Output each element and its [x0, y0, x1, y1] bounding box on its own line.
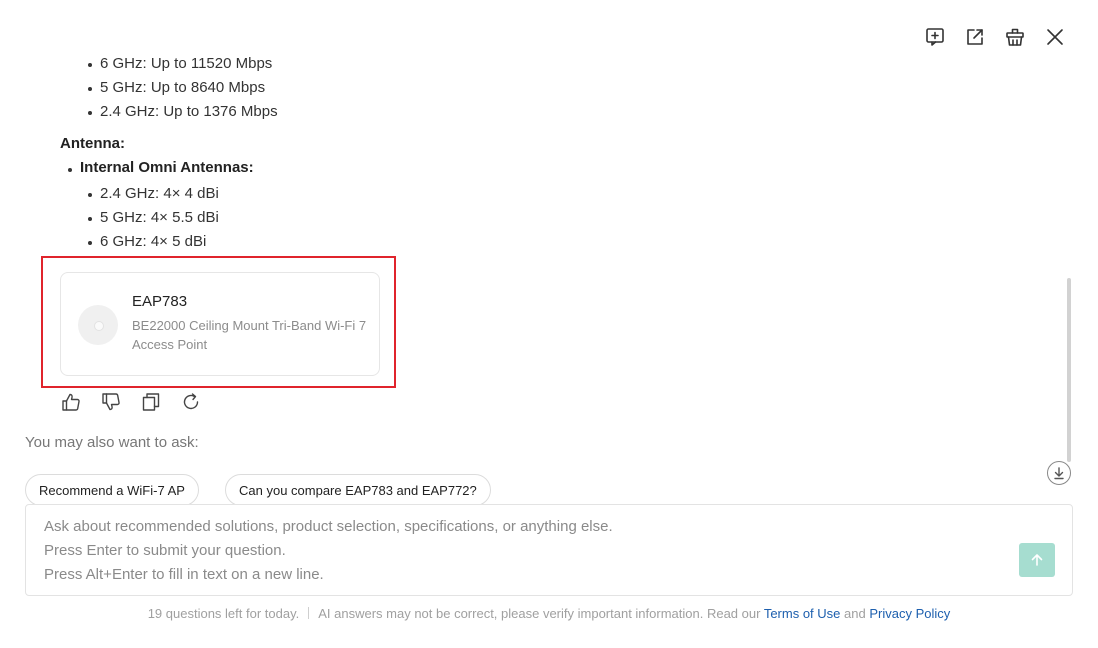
speed-list: 6 GHz: Up to 11520 Mbps 5 GHz: Up to 864… — [86, 52, 278, 124]
regenerate-icon[interactable] — [181, 392, 201, 412]
product-description: BE22000 Ceiling Mount Tri-Band Wi-Fi 7 A… — [132, 318, 367, 352]
thumbs-up-icon[interactable] — [61, 392, 81, 412]
antenna-heading: Antenna: — [60, 135, 125, 152]
and-text: and — [844, 606, 866, 621]
scrollbar[interactable] — [1067, 278, 1071, 462]
suggestion-chip[interactable]: Can you compare EAP783 and EAP772? — [225, 474, 491, 506]
product-card[interactable]: EAP783 BE22000 Ceiling Mount Tri-Band Wi… — [60, 272, 380, 376]
thumbs-down-icon[interactable] — [101, 392, 121, 412]
list-item: 5 GHz: 4× 5.5 dBi — [86, 206, 219, 230]
question-input-box — [25, 504, 1073, 596]
product-name: EAP783 — [132, 293, 188, 310]
divider — [308, 607, 310, 619]
feedback-actions — [61, 392, 201, 412]
suggestions-heading: You may also want to ask: — [25, 434, 199, 451]
scroll-to-bottom-button[interactable] — [1047, 461, 1071, 485]
suggestion-chip[interactable]: Recommend a WiFi-7 AP — [25, 474, 199, 506]
antenna-type-list: Internal Omni Antennas: — [66, 156, 254, 180]
chat-content: 6 GHz: Up to 11520 Mbps 5 GHz: Up to 864… — [0, 0, 1058, 506]
disclaimer-text: AI answers may not be correct, please ve… — [318, 606, 761, 621]
arrow-down-icon — [1054, 467, 1064, 480]
list-item: 2.4 GHz: Up to 1376 Mbps — [86, 100, 278, 124]
copy-icon[interactable] — [141, 392, 161, 412]
product-image — [78, 305, 118, 345]
footer: 19 questions left for today. AI answers m… — [0, 606, 1098, 621]
terms-link[interactable]: Terms of Use — [764, 606, 841, 621]
antenna-list: 2.4 GHz: 4× 4 dBi 5 GHz: 4× 5.5 dBi 6 GH… — [86, 182, 219, 254]
arrow-up-icon — [1031, 554, 1043, 566]
list-item: 2.4 GHz: 4× 4 dBi — [86, 182, 219, 206]
list-item: 6 GHz: Up to 11520 Mbps — [86, 52, 278, 76]
list-item: 6 GHz: 4× 5 dBi — [86, 230, 219, 254]
privacy-link[interactable]: Privacy Policy — [869, 606, 950, 621]
send-button[interactable] — [1019, 543, 1055, 577]
quota-text: 19 questions left for today. — [147, 606, 300, 621]
antenna-type-item: Internal Omni Antennas: — [66, 156, 254, 180]
question-input[interactable] — [44, 515, 1004, 591]
list-item: 5 GHz: Up to 8640 Mbps — [86, 76, 278, 100]
